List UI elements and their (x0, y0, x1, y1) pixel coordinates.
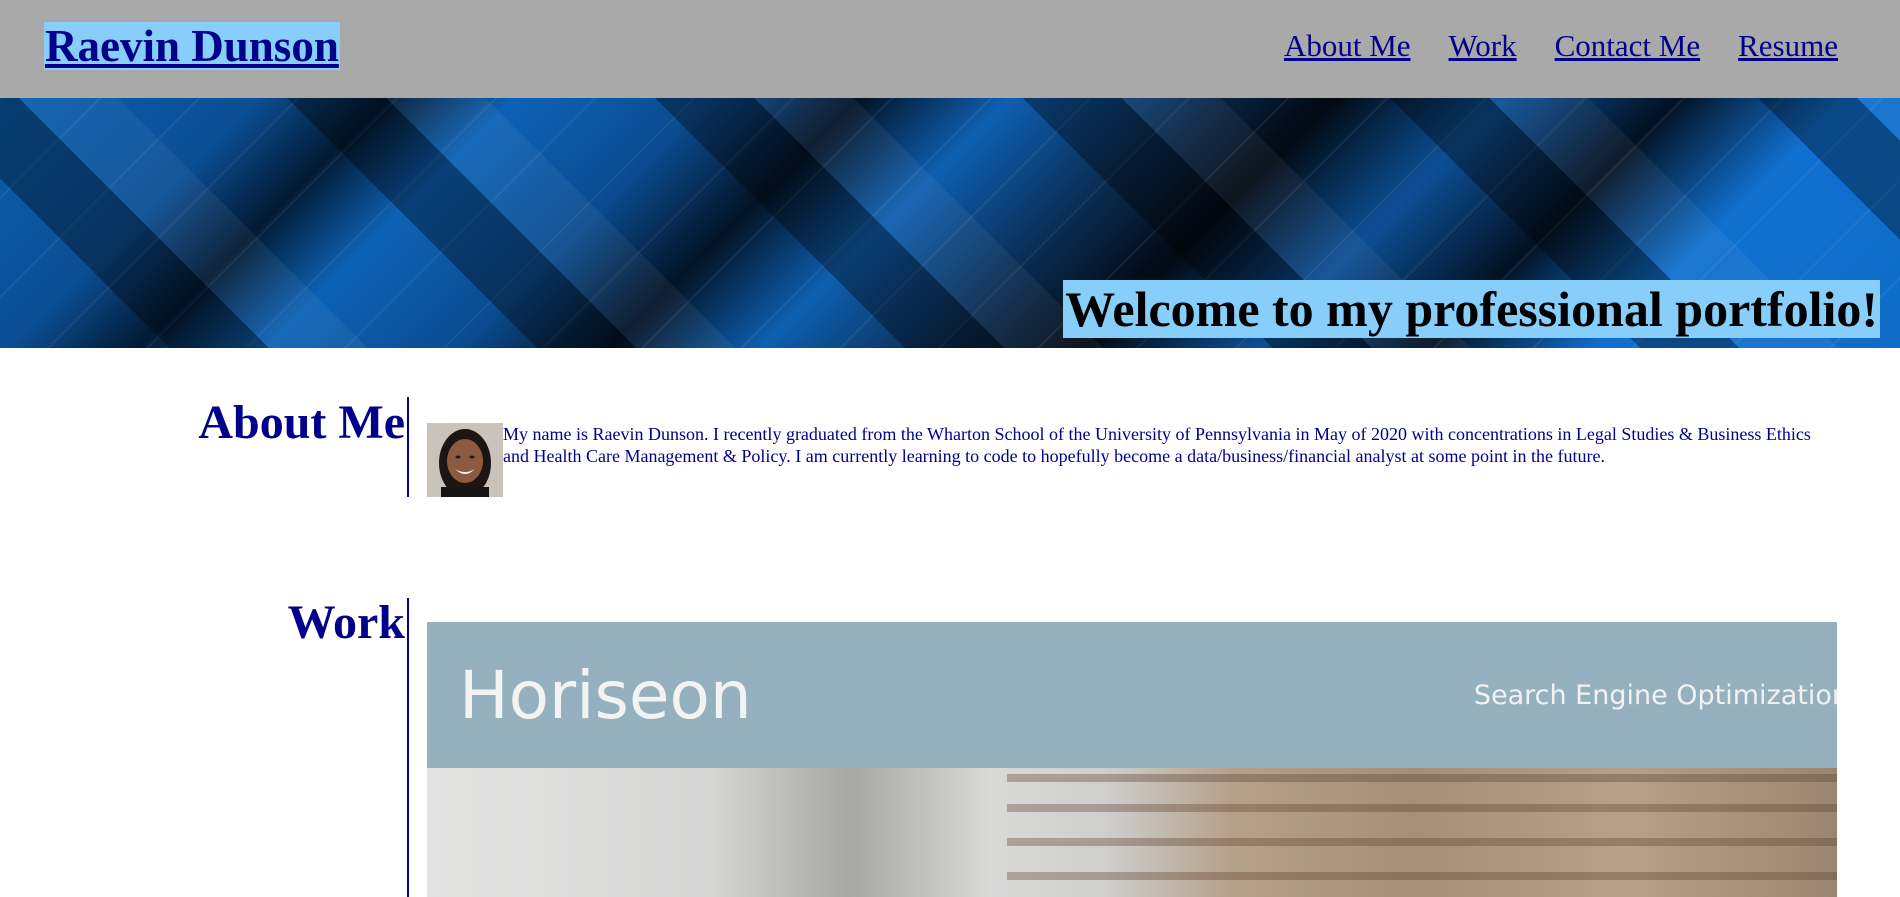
wood-plank (1007, 804, 1837, 812)
nav-link-about-me[interactable]: About Me (1284, 28, 1411, 64)
hero-banner: Welcome to my professional portfolio! (0, 98, 1900, 348)
site-brand-link[interactable]: Raevin Dunson (44, 22, 340, 70)
project-photo (427, 768, 1837, 897)
wood-plank (1007, 838, 1837, 846)
about-me-text: My name is Raevin Dunson. I recently gra… (503, 424, 1811, 466)
wood-plank (1007, 774, 1837, 782)
main-nav: About Me Work Contact Me Resume (1284, 28, 1838, 64)
about-divider (407, 397, 409, 497)
work-project-screenshot[interactable]: Horiseon Search Engine Optimization (427, 622, 1837, 897)
wood-plank (1007, 872, 1837, 880)
nav-link-work[interactable]: Work (1449, 28, 1517, 64)
hero-title: Welcome to my professional portfolio! (1063, 280, 1880, 338)
project-logo: Horiseon (459, 657, 752, 734)
about-me-heading: About Me (198, 396, 405, 449)
nav-link-contact-me[interactable]: Contact Me (1555, 28, 1701, 64)
work-divider (407, 598, 409, 897)
work-heading: Work (287, 596, 405, 649)
profile-avatar (427, 423, 503, 497)
site-header: Raevin Dunson About Me Work Contact Me R… (0, 0, 1900, 98)
project-header-bar: Horiseon Search Engine Optimization (427, 622, 1837, 768)
nav-link-resume[interactable]: Resume (1738, 28, 1838, 64)
project-tagline: Search Engine Optimization (1473, 680, 1837, 711)
